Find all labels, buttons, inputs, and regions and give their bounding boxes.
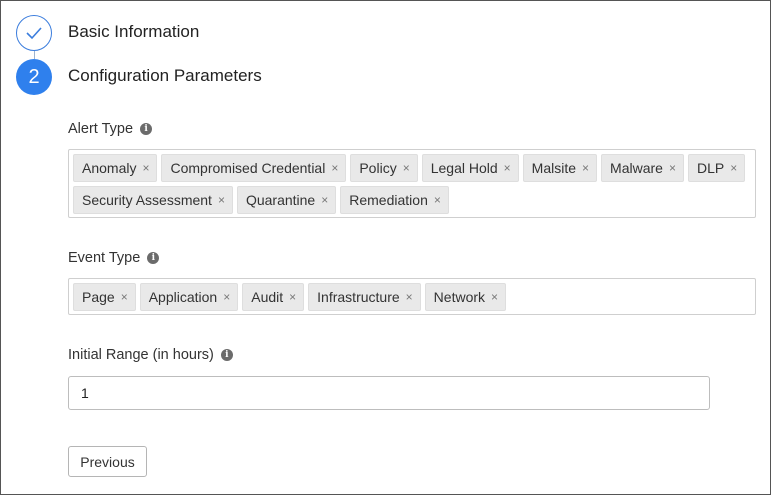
tag-legal-hold: Legal Hold × <box>421 154 519 182</box>
remove-tag-icon[interactable]: × <box>491 290 498 304</box>
tag-label: Infrastructure <box>317 289 400 305</box>
tag-label: Quarantine <box>245 192 316 208</box>
remove-tag-icon[interactable]: × <box>434 193 441 207</box>
alert-type-label-text: Alert Type <box>68 121 134 137</box>
remove-tag-icon[interactable]: × <box>582 161 589 175</box>
remove-tag-icon[interactable]: × <box>218 193 225 207</box>
remove-tag-icon[interactable]: × <box>142 161 149 175</box>
event-type-tag-row: Page × Application × Audit × Infrastructure × Ne… <box>73 283 507 311</box>
initial-range-value: 1 <box>81 385 89 401</box>
step-number: 2 <box>28 65 40 88</box>
tag-label: Policy <box>359 160 397 176</box>
step-complete-indicator <box>16 15 52 51</box>
check-icon <box>26 27 42 40</box>
alert-type-label: Alert Type i <box>68 121 153 137</box>
remove-tag-icon[interactable]: × <box>223 290 230 304</box>
tag-page: Page × <box>73 283 136 311</box>
event-type-multiselect[interactable]: Page × Application × Audit × Infrastructure × Ne… <box>68 278 756 315</box>
tag-anomaly: Anomaly × <box>73 154 158 182</box>
wizard-panel: 2 Basic Information Configuration Parame… <box>0 0 771 495</box>
step-title-basic-information[interactable]: Basic Information <box>68 22 199 42</box>
tag-infrastructure: Infrastructure × <box>308 283 421 311</box>
step-number-indicator: 2 <box>16 59 52 95</box>
remove-tag-icon[interactable]: × <box>331 161 338 175</box>
tag-label: Network <box>433 289 486 305</box>
initial-range-label-text: Initial Range (in hours) <box>68 347 214 363</box>
event-type-label: Event Type i <box>68 250 160 266</box>
tag-label: Malware <box>610 160 663 176</box>
tag-label: Remediation <box>349 192 428 208</box>
remove-tag-icon[interactable]: × <box>406 290 413 304</box>
tag-label: Anomaly <box>82 160 137 176</box>
tag-label: Legal Hold <box>430 160 498 176</box>
tag-label: Malsite <box>531 160 577 176</box>
tag-audit: Audit × <box>242 283 305 311</box>
event-type-label-text: Event Type <box>68 250 141 266</box>
remove-tag-icon[interactable]: × <box>669 161 676 175</box>
tag-dlp: DLP × <box>687 154 746 182</box>
alert-type-tag-row: Anomaly × Compromised Credential × Policy × Le… <box>73 154 746 182</box>
remove-tag-icon[interactable]: × <box>504 161 511 175</box>
remove-tag-icon[interactable]: × <box>403 161 410 175</box>
info-icon[interactable]: i <box>220 349 233 361</box>
tag-application: Application × <box>139 283 239 311</box>
remove-tag-icon[interactable]: × <box>121 290 128 304</box>
tag-quarantine: Quarantine × <box>236 186 337 214</box>
tag-policy: Policy × <box>350 154 418 182</box>
step-title-configuration-parameters: Configuration Parameters <box>68 66 262 85</box>
initial-range-label: Initial Range (in hours) i <box>68 347 233 363</box>
tag-compromised-credential: Compromised Credential × <box>161 154 347 182</box>
tag-label: Compromised Credential <box>170 160 326 176</box>
info-icon[interactable]: i <box>147 252 160 264</box>
tag-label: Page <box>82 289 115 305</box>
info-icon[interactable]: i <box>140 123 153 135</box>
tag-label: Security Assessment <box>82 192 212 208</box>
remove-tag-icon[interactable]: × <box>321 193 328 207</box>
alert-type-multiselect[interactable]: Anomaly × Compromised Credential × Policy × Le… <box>68 149 756 218</box>
tag-label: Audit <box>251 289 284 305</box>
tag-label: Application <box>148 289 218 305</box>
initial-range-input[interactable]: 1 <box>68 376 710 410</box>
tag-label: DLP <box>696 160 725 176</box>
tag-malsite: Malsite × <box>522 154 598 182</box>
tag-remediation: Remediation × <box>340 186 449 214</box>
remove-tag-icon[interactable]: × <box>730 161 737 175</box>
alert-type-tag-row: Security Assessment × Quarantine × Remediati… <box>73 186 449 214</box>
tag-security-assessment: Security Assessment × <box>73 186 233 214</box>
remove-tag-icon[interactable]: × <box>289 290 296 304</box>
tag-network: Network × <box>424 283 507 311</box>
tag-malware: Malware × <box>601 154 684 182</box>
previous-button[interactable]: Previous <box>68 446 147 477</box>
step-connector <box>34 51 35 59</box>
